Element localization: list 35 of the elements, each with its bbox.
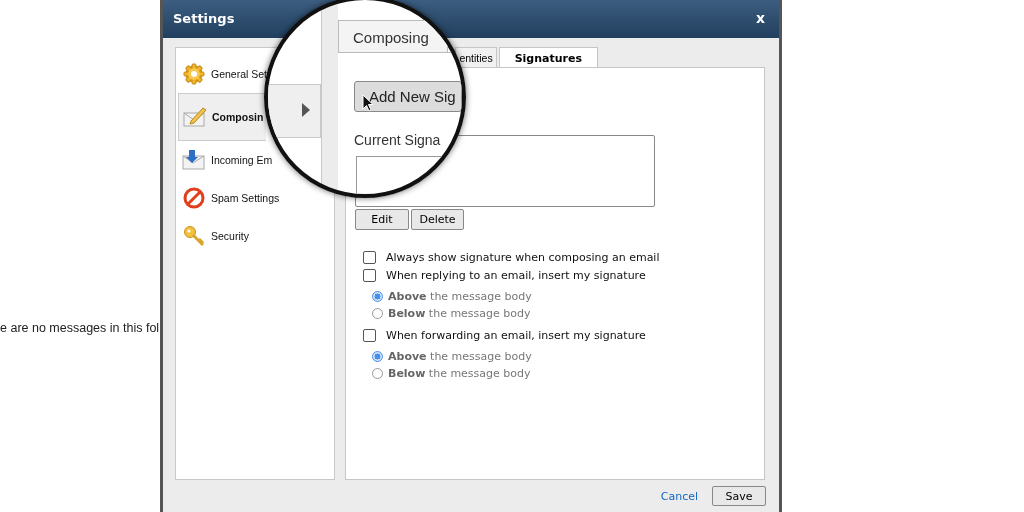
add-signature-button[interactable]: Add New Sig [354,81,462,112]
checkbox[interactable] [363,328,376,342]
sidebar-item[interactable]: Composin [178,93,266,141]
sidebar-item[interactable]: General Set [178,55,268,93]
delete-button[interactable]: Delete [411,209,464,230]
option-label: Below the message body [388,307,531,320]
option-label: Above the message body [388,350,532,363]
signature-label: Current Signa [354,132,441,148]
option-label: Above the message body [388,290,532,303]
sidebar-item [268,84,321,138]
radio-button[interactable] [372,351,383,362]
cancel-link[interactable]: Cancel [660,489,698,503]
gear-icon [182,63,206,85]
caret-icon [302,103,310,117]
key-icon [182,225,206,247]
envelope-pencil-icon [183,107,207,127]
close-button[interactable]: x [751,10,769,26]
empty-folder-message: e are no messages in this fol [0,321,160,335]
no-entry-icon [182,187,206,209]
radio-button[interactable] [372,308,383,319]
checkbox[interactable] [363,268,376,282]
option-label: When forwarding an email, insert my signature [386,328,646,342]
envelope-arrow-icon [182,150,206,170]
radio-button[interactable] [372,291,383,302]
save-button[interactable]: Save [712,486,766,506]
tab[interactable]: Signatures [498,47,598,68]
option-label: Below the message body [388,367,531,380]
tab[interactable]: Composing [338,20,448,52]
option-label: Always show signature when composing an email [386,250,660,264]
radio-button[interactable] [372,368,383,379]
sidebar-item[interactable]: Security [178,217,266,255]
checkbox[interactable] [363,250,376,264]
window-title: Settings [173,10,235,26]
option-label: When replying to an email, insert my signature [386,268,646,282]
edit-button[interactable]: Edit [355,209,409,230]
